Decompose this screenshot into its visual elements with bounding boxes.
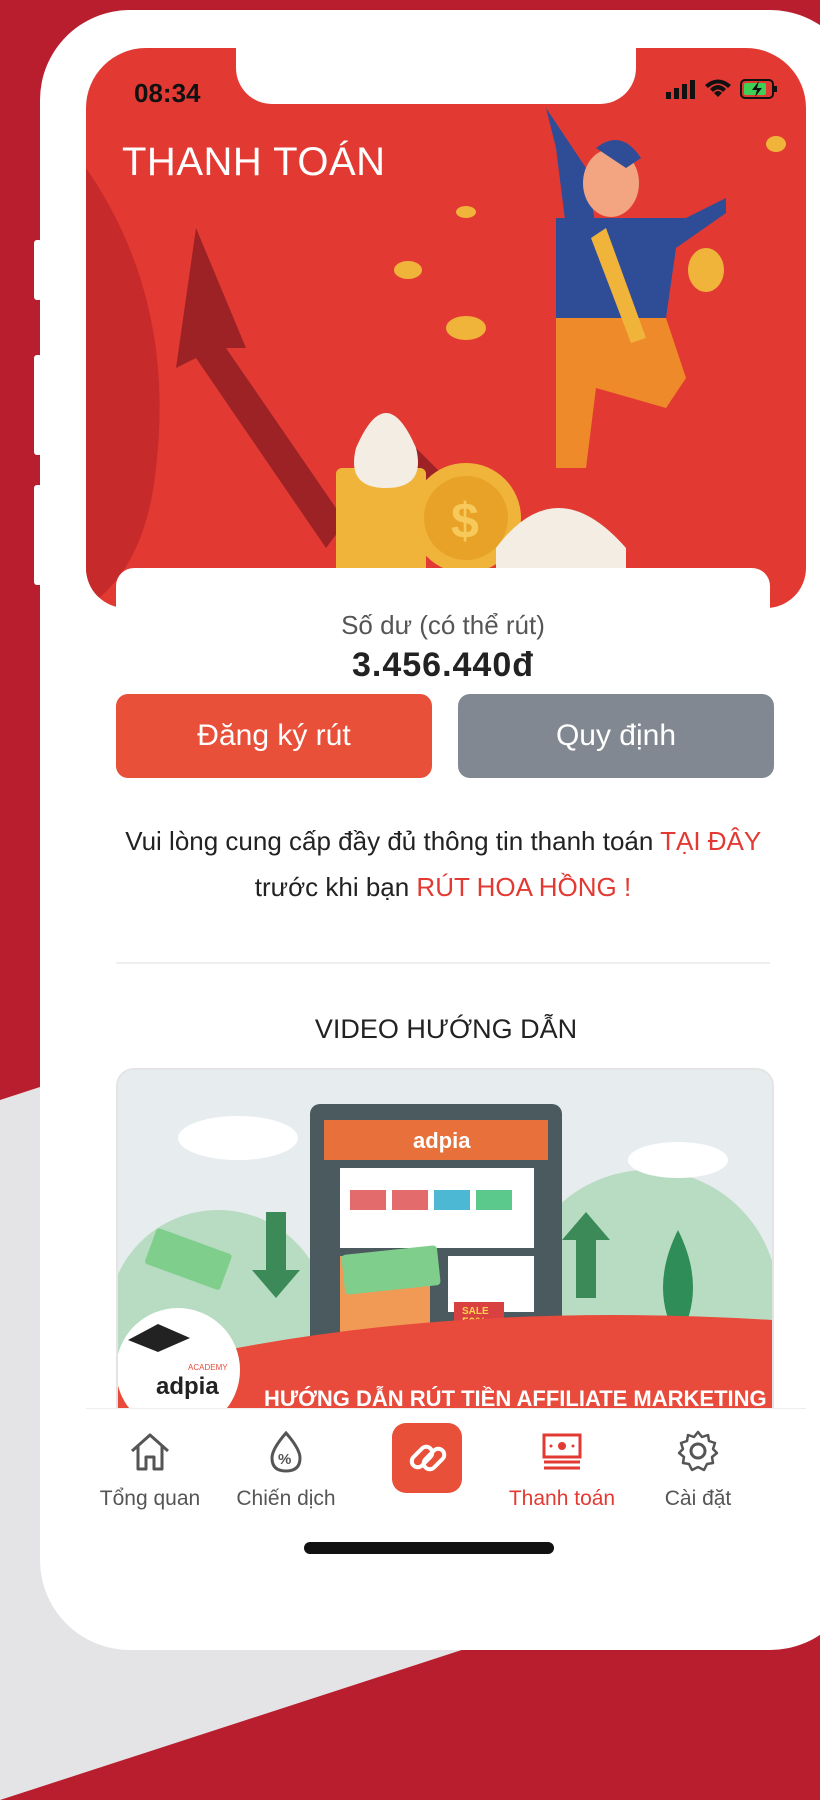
hero-illustration: $ <box>86 108 786 608</box>
wifi-icon <box>705 79 731 97</box>
balance-value: 3.456.440đ <box>351 646 535 684</box>
status-time: 08:34 <box>134 78 201 108</box>
rules-button[interactable]: Quy định <box>458 694 774 778</box>
balance-card: Số dư (có thể rút) 3.456.440đ <box>116 568 770 698</box>
signal-icon <box>666 80 695 99</box>
percent-drop-icon: % <box>270 1430 302 1473</box>
brand-text: adpia <box>413 1128 471 1153</box>
video-thumbnail[interactable]: adpia SALE -50% ACADEMY adpia HƯỚNG DẪN … <box>116 1068 774 1432</box>
brand-logo-text: adpia <box>156 1373 219 1400</box>
tab-label: Cài đặt <box>664 1487 732 1510</box>
payment-info-text: Vui lòng cung cấp đầy đủ thông tin thanh… <box>116 818 770 910</box>
info-emphasis: RÚT HOA HỒNG ! <box>416 872 632 902</box>
page-title: THANH TOÁN <box>122 140 386 184</box>
balance-label: Số dư (có thể rút) <box>341 610 545 640</box>
home-indicator[interactable] <box>304 1542 554 1554</box>
info-text: Vui lòng cung cấp đầy đủ thông tin thanh… <box>125 826 661 856</box>
home-icon <box>131 1433 169 1471</box>
here-link[interactable]: TẠI ĐÂY <box>660 826 761 856</box>
academy-text: ACADEMY <box>188 1363 228 1372</box>
video-illustration: adpia SALE -50% ACADEMY adpia HƯỚNG DẪN … <box>118 1070 772 1430</box>
withdraw-button[interactable]: Đăng ký rút <box>116 694 432 778</box>
divider <box>116 962 770 964</box>
battery-icon <box>740 79 777 99</box>
link-button[interactable] <box>392 1423 462 1493</box>
app-screen: $ 08:34 THANH TOÁN Số dư (có thể rút) 3.… <box>86 48 806 1604</box>
payment-icon <box>542 1433 582 1470</box>
video-section-title: VIDEO HƯỚNG DẪN <box>314 1014 578 1044</box>
tab-label: Chiến dịch <box>236 1487 336 1510</box>
phone-notch <box>236 48 636 104</box>
hero-banner: $ <box>86 48 806 608</box>
gear-icon <box>677 1430 719 1472</box>
link-icon <box>409 1444 447 1472</box>
svg-text:$: $ <box>451 493 479 549</box>
svg-text:%: % <box>278 1451 291 1468</box>
status-icons <box>666 78 778 100</box>
info-text: trước khi bạn <box>254 872 417 902</box>
bottom-tab-bar: Tổng quan % Chiến dịch Thanh toán Cài đặ… <box>86 1408 806 1604</box>
